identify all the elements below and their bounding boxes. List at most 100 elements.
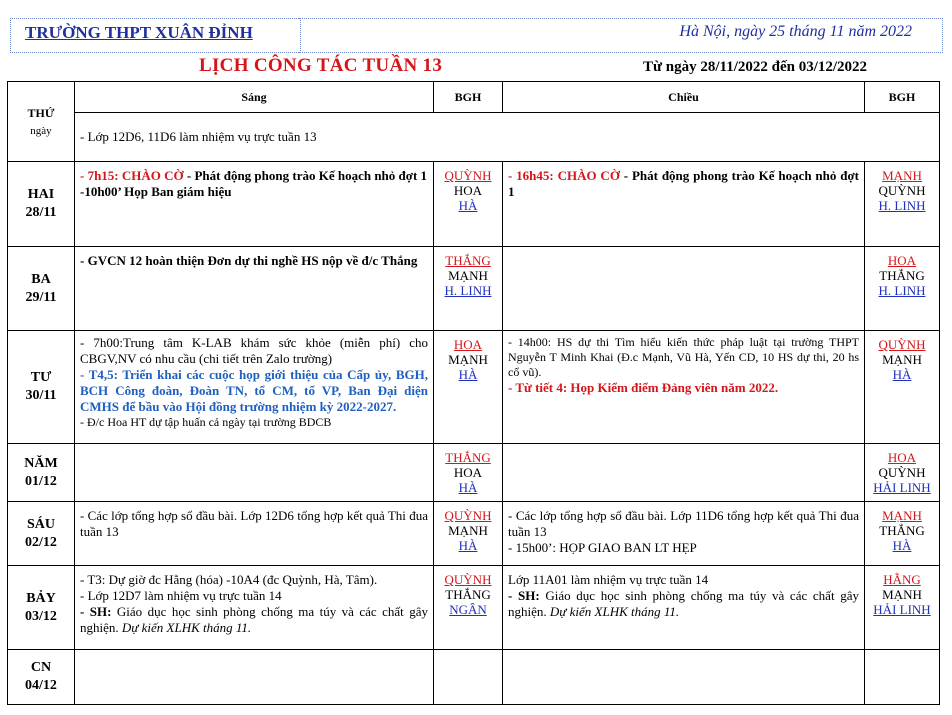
duty-lead[interactable]: HOA bbox=[434, 337, 502, 352]
day-column-header: THỨ ngày bbox=[7, 81, 75, 162]
day-cell: BA 29/11 bbox=[7, 246, 75, 331]
day-name: TƯ bbox=[30, 370, 52, 385]
morning-item: - Lớp 12D7 làm nhiệm vụ trực tuần 14 bbox=[80, 588, 282, 603]
morning-item: - Đ/c Hoa HT dự tập huấn cả ngày tại trư… bbox=[80, 415, 332, 429]
morning-cell bbox=[74, 443, 434, 502]
duty-link[interactable]: HẢI LINH bbox=[865, 602, 939, 617]
duty-link[interactable]: H. LINH bbox=[434, 283, 502, 298]
duty-link[interactable]: H. LINH bbox=[865, 198, 939, 213]
day-cell: NĂM 01/12 bbox=[7, 443, 75, 502]
bgh-morning-cell: THẮNG HOA HÀ bbox=[433, 443, 503, 502]
day-header-line1: THỨ bbox=[27, 105, 55, 120]
afternoon-item: - 16h45: CHÀO CỜ - Phát động phong trào … bbox=[508, 168, 859, 200]
bgh-morning-cell: QUỲNH THẮNG NGÂN bbox=[433, 565, 503, 650]
school-name: TRƯỜNG THPT XUÂN ĐỈNH bbox=[25, 23, 253, 42]
item-text: - Phát động phong trào Kế hoạch nhỏ đợt … bbox=[183, 168, 428, 183]
morning-item: - T4,5: Triển khai các cuộc họp giới thi… bbox=[80, 367, 428, 414]
day-date: 03/12 bbox=[25, 608, 57, 624]
day-cell: BẢY 03/12 bbox=[7, 565, 75, 650]
afternoon-cell: - 14h00: HS dự thi Tìm hiểu kiến thức ph… bbox=[502, 330, 865, 444]
table-row: BA 29/11 - GVCN 12 hoàn thiện Đơn dự thi… bbox=[7, 246, 940, 331]
duty-lead[interactable]: QUỲNH bbox=[865, 337, 939, 352]
morning-header: Sáng bbox=[74, 81, 434, 113]
table-row: HAI 28/11 - 7h15: CHÀO CỜ - Phát động ph… bbox=[7, 161, 940, 247]
day-cell: CN 04/12 bbox=[7, 649, 75, 705]
item-label: - SH: bbox=[80, 604, 112, 619]
duty-lead[interactable]: MẠNH bbox=[865, 508, 939, 523]
duty-link[interactable]: HÀ bbox=[434, 480, 502, 495]
bgh-morning-cell: QUỲNH MẠNH HÀ bbox=[433, 501, 503, 566]
bgh-morning-cell: THẮNG MẠNH H. LINH bbox=[433, 246, 503, 331]
table-row: BẢY 03/12 - T3: Dự giờ đc Hằng (hóa) -10… bbox=[7, 565, 940, 650]
duty-link[interactable]: HÀ bbox=[865, 538, 939, 553]
duty-lead[interactable]: THẮNG bbox=[434, 450, 502, 465]
bgh-header-morning: BGH bbox=[433, 81, 503, 113]
bgh-morning-cell: HOA MẠNH HÀ bbox=[433, 330, 503, 444]
afternoon-cell: - Các lớp tổng hợp sổ đầu bài. Lớp 11D6 … bbox=[502, 501, 865, 566]
duty-member: MẠNH bbox=[448, 268, 488, 283]
afternoon-item: - Từ tiết 4: Họp Kiểm điểm Đảng viên năm… bbox=[508, 380, 779, 395]
schedule-table: THỨ ngày Sáng BGH Chiều BGH - Lớp 12D6, … bbox=[7, 81, 940, 705]
duty-link[interactable]: HẢI LINH bbox=[865, 480, 939, 495]
day-header-line2: ngày bbox=[30, 124, 52, 137]
page-title: LỊCH CÔNG TÁC TUẦN 13 bbox=[199, 55, 443, 76]
duty-lead[interactable]: QUỲNH bbox=[434, 572, 502, 587]
day-date: 30/11 bbox=[25, 388, 57, 403]
day-name: BẢY bbox=[26, 590, 56, 606]
morning-cell: - Các lớp tổng hợp sổ đầu bài. Lớp 12D6 … bbox=[74, 501, 434, 566]
morning-item: -10h00’ Họp Ban giám hiệu bbox=[80, 184, 232, 199]
bgh-morning-cell bbox=[433, 649, 503, 705]
general-note: - Lớp 12D6, 11D6 làm nhiệm vụ trực tuần … bbox=[74, 112, 940, 162]
bgh-afternoon-cell: HOA THẮNG H. LINH bbox=[864, 246, 940, 331]
duty-lead[interactable]: QUỲNH bbox=[434, 168, 502, 183]
duty-member: MẠNH bbox=[882, 352, 922, 367]
duty-member: THẮNG bbox=[879, 523, 925, 538]
duty-link[interactable]: NGÂN bbox=[434, 602, 502, 617]
morning-item: - 7h15: CHÀO CỜ - Phát động phong trào K… bbox=[80, 168, 428, 184]
duty-link[interactable]: HÀ bbox=[434, 367, 502, 382]
afternoon-cell bbox=[502, 649, 865, 705]
table-row: NĂM 01/12 THẮNG HOA HÀ HOA QUỲNH HẢI LIN… bbox=[7, 443, 940, 502]
duty-link[interactable]: HÀ bbox=[434, 198, 502, 213]
afternoon-item: - 15h00’: HỌP GIAO BAN LT HẸP bbox=[508, 540, 697, 555]
duty-lead[interactable]: MẠNH bbox=[865, 168, 939, 183]
day-date: 02/12 bbox=[25, 534, 57, 550]
day-name: BA bbox=[31, 271, 51, 287]
day-name: NĂM bbox=[24, 455, 58, 471]
afternoon-item: - SH: Giáo dục học sinh phòng chống ma t… bbox=[508, 588, 859, 620]
morning-cell: - GVCN 12 hoàn thiện Đơn dự thi nghề HS … bbox=[74, 246, 434, 331]
item-note: Dự kiến XLHK tháng 11. bbox=[118, 620, 252, 635]
duty-link[interactable]: HÀ bbox=[865, 367, 939, 382]
afternoon-item: - 14h00: HS dự thi Tìm hiểu kiến thức ph… bbox=[508, 335, 859, 379]
duty-member: THẮNG bbox=[879, 268, 925, 283]
item-note: Dự kiến XLHK tháng 11. bbox=[546, 604, 680, 619]
duty-lead[interactable]: THẮNG bbox=[434, 253, 502, 268]
table-row: CN 04/12 bbox=[7, 649, 940, 705]
duty-member: MẠNH bbox=[448, 352, 488, 367]
day-date: 04/12 bbox=[25, 678, 57, 693]
bgh-morning-cell: QUỲNH HOA HÀ bbox=[433, 161, 503, 247]
item-time: - 16h45: CHÀO CỜ bbox=[508, 168, 620, 183]
duty-member: HOA bbox=[453, 465, 483, 480]
bgh-afternoon-cell: HẰNG MẠNH HẢI LINH bbox=[864, 565, 940, 650]
duty-member: MẠNH bbox=[882, 587, 922, 602]
date-range: Từ ngày 28/11/2022 đến 03/12/2022 bbox=[643, 59, 868, 75]
duty-member: QUỲNH bbox=[878, 183, 926, 198]
afternoon-item: - Các lớp tổng hợp sổ đầu bài. Lớp 11D6 … bbox=[508, 508, 859, 539]
duty-link[interactable]: HÀ bbox=[434, 538, 502, 553]
duty-lead[interactable]: HOA bbox=[865, 253, 939, 268]
table-row: TƯ 30/11 - 7h00:Trung tâm K-LAB khám sức… bbox=[7, 330, 940, 444]
duty-link[interactable]: H. LINH bbox=[865, 283, 939, 298]
afternoon-cell: - 16h45: CHÀO CỜ - Phát động phong trào … bbox=[502, 161, 865, 247]
bgh-afternoon-cell: MẠNH THẮNG HÀ bbox=[864, 501, 940, 566]
morning-item: - GVCN 12 hoàn thiện Đơn dự thi nghề HS … bbox=[80, 253, 418, 268]
duty-lead[interactable]: QUỲNH bbox=[434, 508, 502, 523]
header-bar: TRƯỜNG THPT XUÂN ĐỈNH Hà Nội, ngày 25 th… bbox=[7, 18, 945, 53]
afternoon-cell bbox=[502, 443, 865, 502]
duty-lead[interactable]: HOA bbox=[865, 450, 939, 465]
morning-item: - T3: Dự giờ đc Hằng (hóa) -10A4 (đc Quỳ… bbox=[80, 572, 378, 587]
morning-item: - Các lớp tổng hợp sổ đầu bài. Lớp 12D6 … bbox=[80, 508, 428, 539]
duty-lead[interactable]: HẰNG bbox=[865, 572, 939, 587]
bgh-header-afternoon: BGH bbox=[864, 81, 940, 113]
dateline: Hà Nội, ngày 25 tháng 11 năm 2022 bbox=[679, 23, 912, 40]
